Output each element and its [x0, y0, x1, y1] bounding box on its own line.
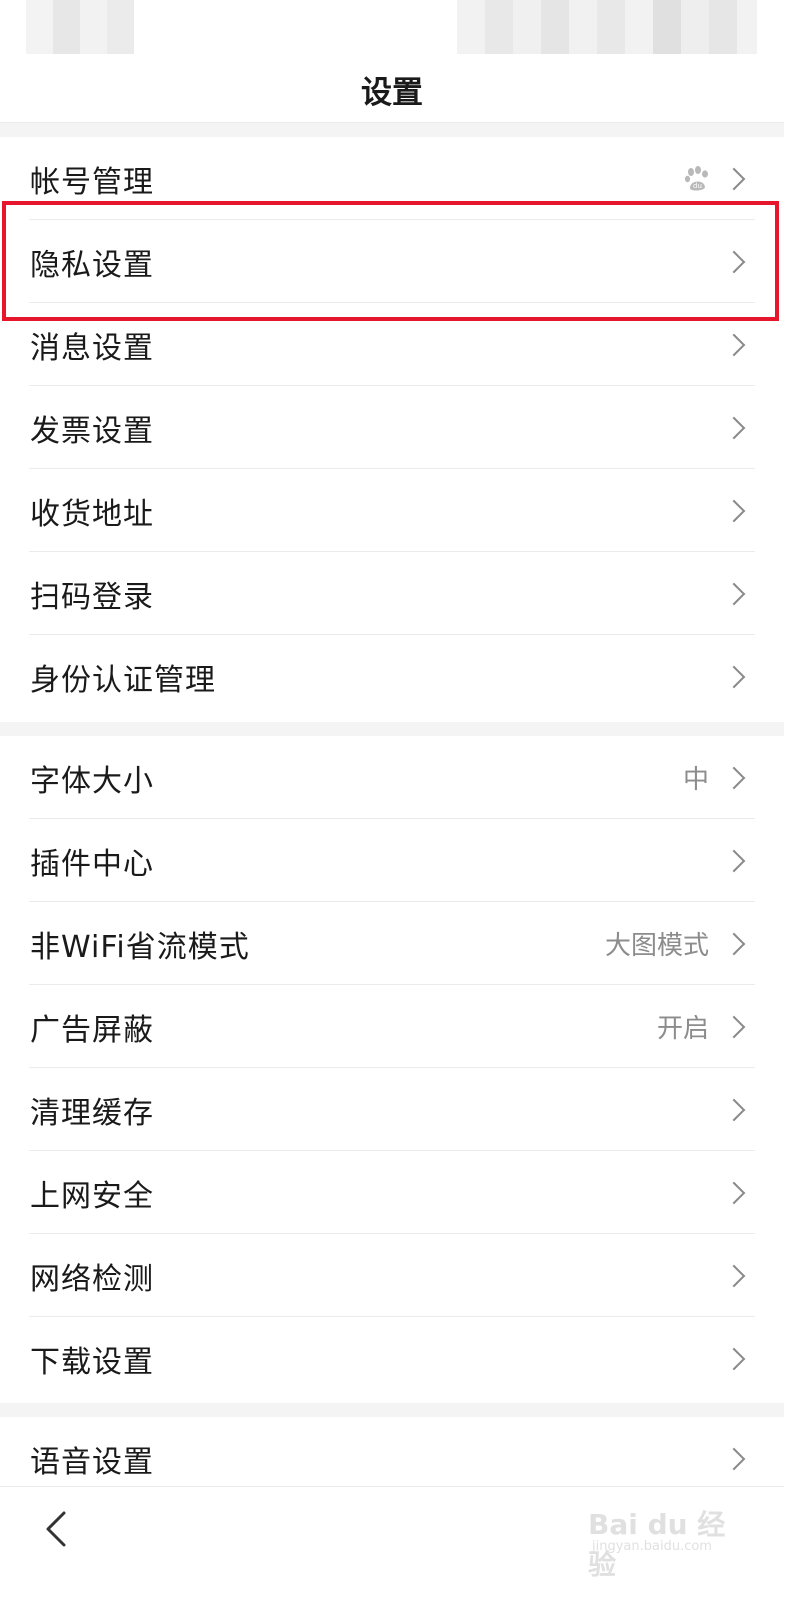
chevron-right-icon	[722, 499, 746, 522]
chevron-right-icon	[722, 333, 746, 356]
settings-item-data-saver[interactable]: 非WiFi省流模式 大图模式	[0, 902, 784, 985]
settings-item-messages[interactable]: 消息设置	[0, 303, 784, 386]
chevron-left-icon[interactable]	[40, 1509, 74, 1549]
bottom-toolbar: Bai du 经验 jingyan.baidu.com	[0, 1486, 784, 1581]
chevron-right-icon	[722, 1098, 746, 1121]
chevron-right-icon	[722, 766, 746, 789]
settings-item-label: 上网安全	[30, 1178, 154, 1214]
section-divider	[0, 722, 784, 736]
settings-item-label: 语音设置	[30, 1444, 154, 1480]
chevron-right-icon	[722, 849, 746, 872]
page-title: 设置	[361, 74, 423, 111]
watermark-logo: Bai du 经验 jingyan.baidu.com	[588, 1497, 738, 1581]
settings-item-qr-login[interactable]: 扫码登录	[0, 552, 784, 635]
settings-item-label: 隐私设置	[30, 247, 154, 283]
settings-item-label: 扫码登录	[30, 579, 154, 615]
settings-item-label: 网络检测	[30, 1261, 154, 1297]
settings-item-account[interactable]: 帐号管理 du	[0, 137, 784, 220]
settings-item-plugins[interactable]: 插件中心	[0, 819, 784, 902]
settings-item-clear-cache[interactable]: 清理缓存	[0, 1068, 784, 1151]
blurred-status-right	[457, 0, 757, 54]
settings-item-browsing-security[interactable]: 上网安全	[0, 1151, 784, 1234]
settings-item-privacy[interactable]: 隐私设置	[0, 220, 784, 303]
settings-item-label: 字体大小	[30, 763, 154, 799]
settings-item-value: 中	[682, 765, 709, 795]
settings-item-invoice[interactable]: 发票设置	[0, 386, 784, 469]
chevron-right-icon	[722, 665, 746, 688]
settings-group-account: 帐号管理 du 隐私设置 消息设置 发票设置 收货地址 扫码登录 身份认证管理	[0, 137, 784, 718]
section-divider	[0, 122, 784, 137]
settings-item-label: 下载设置	[30, 1344, 154, 1380]
settings-item-downloads[interactable]: 下载设置	[0, 1317, 784, 1400]
settings-item-label: 非WiFi省流模式	[30, 929, 250, 965]
settings-item-value: 开启	[656, 1014, 709, 1044]
chevron-right-icon	[722, 1447, 746, 1470]
settings-item-label: 广告屏蔽	[30, 1012, 154, 1048]
blurred-status-left	[26, 0, 134, 54]
settings-item-label: 清理缓存	[30, 1095, 154, 1131]
settings-item-address[interactable]: 收货地址	[0, 469, 784, 552]
chevron-right-icon	[722, 582, 746, 605]
settings-item-label: 发票设置	[30, 413, 154, 449]
section-divider	[0, 1403, 784, 1417]
watermark-url: jingyan.baidu.com	[592, 1539, 712, 1554]
settings-item-label: 帐号管理	[30, 164, 154, 200]
settings-group-general: 字体大小 中 插件中心 非WiFi省流模式 大图模式 广告屏蔽 开启 清理缓存 …	[0, 736, 784, 1400]
settings-item-network-check[interactable]: 网络检测	[0, 1234, 784, 1317]
settings-item-ad-block[interactable]: 广告屏蔽 开启	[0, 985, 784, 1068]
settings-item-label: 收货地址	[30, 496, 154, 532]
settings-item-identity[interactable]: 身份认证管理	[0, 635, 784, 718]
chevron-right-icon	[722, 932, 746, 955]
settings-item-label: 插件中心	[30, 846, 154, 882]
settings-item-label: 身份认证管理	[30, 662, 216, 698]
chevron-right-icon	[722, 1347, 746, 1370]
settings-item-font-size[interactable]: 字体大小 中	[0, 736, 784, 819]
chevron-right-icon	[722, 167, 746, 190]
chevron-right-icon	[722, 1181, 746, 1204]
title-bar: 设置	[0, 56, 784, 122]
chevron-right-icon	[722, 1264, 746, 1287]
settings-item-label: 消息设置	[30, 330, 154, 366]
status-bar	[0, 0, 784, 56]
chevron-right-icon	[722, 1015, 746, 1038]
chevron-right-icon	[722, 250, 746, 273]
chevron-right-icon	[722, 416, 746, 439]
svg-text:du: du	[693, 182, 702, 190]
baidu-paw-icon: du	[684, 165, 708, 191]
settings-item-value: 大图模式	[604, 931, 709, 961]
